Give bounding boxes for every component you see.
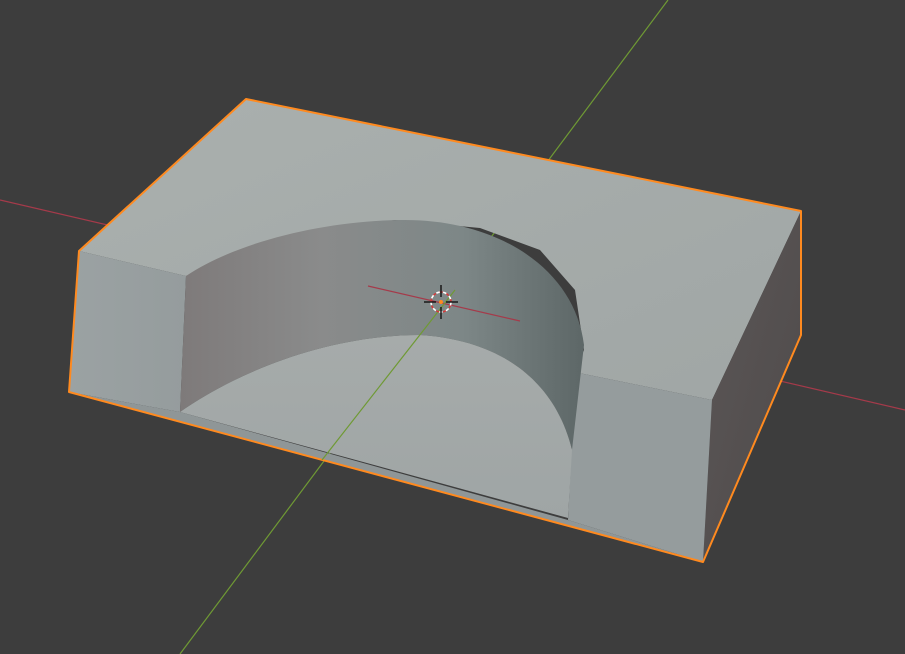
viewport-canvas[interactable] bbox=[0, 0, 905, 654]
front-right-face bbox=[568, 372, 712, 562]
front-left-face bbox=[69, 251, 186, 412]
mesh-object[interactable] bbox=[68, 98, 802, 563]
3d-viewport[interactable] bbox=[0, 0, 905, 654]
